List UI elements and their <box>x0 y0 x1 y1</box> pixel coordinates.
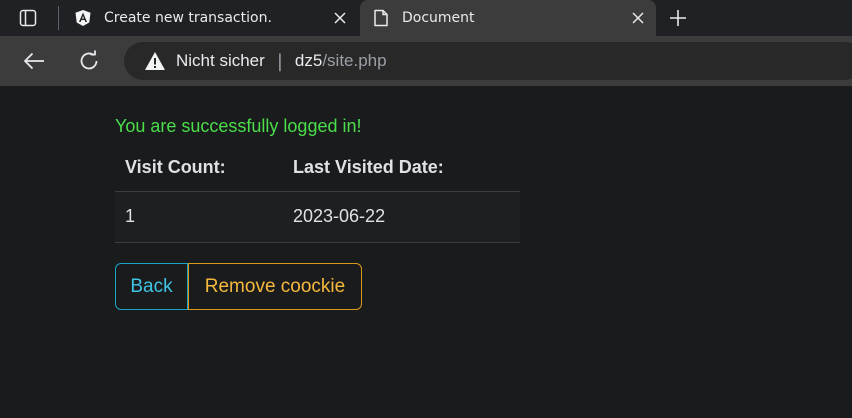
close-icon[interactable] <box>626 6 650 30</box>
reload-icon <box>80 50 98 70</box>
url-host: dz5 <box>294 51 323 70</box>
security-label[interactable]: Nicht sicher <box>176 51 265 71</box>
document-icon <box>372 9 390 27</box>
page-content: You are successfully logged in! Visit Co… <box>0 86 852 418</box>
remove-cookie-button[interactable]: Remove coockie <box>188 263 362 310</box>
warning-icon[interactable] <box>144 51 166 71</box>
tab-title: Document <box>402 10 475 26</box>
new-tab-button[interactable] <box>664 4 692 32</box>
last-visited-cell: 2023-06-22 <box>283 191 520 243</box>
tab-strip: Create new transaction. Document <box>0 0 852 36</box>
tab-create-transaction[interactable]: Create new transaction. <box>62 0 358 36</box>
back-nav-button[interactable] <box>18 45 50 77</box>
close-icon[interactable] <box>328 6 352 30</box>
table-row: 1 2023-06-22 <box>115 191 520 243</box>
angular-icon <box>74 9 92 27</box>
visit-count-cell: 1 <box>115 191 283 243</box>
arrow-left-icon <box>24 52 44 70</box>
browser-toolbar: Nicht sicher | dz5/site.php <box>0 36 852 86</box>
back-button[interactable]: Back <box>115 263 188 310</box>
table-header-row: Visit Count: Last Visited Date: <box>115 144 520 192</box>
plus-icon <box>670 10 686 26</box>
tab-title: Create new transaction. <box>104 10 272 26</box>
address-divider: | <box>276 50 283 72</box>
success-message: You are successfully logged in! <box>115 116 362 136</box>
tab-separator <box>58 6 59 30</box>
address-bar[interactable]: Nicht sicher | dz5/site.php <box>124 42 852 80</box>
last-visited-header: Last Visited Date: <box>283 144 520 192</box>
tab-actions-button[interactable] <box>10 6 46 30</box>
reload-button[interactable] <box>73 45 105 77</box>
tab-document[interactable]: Document <box>360 0 656 36</box>
tab-actions-icon <box>19 9 37 27</box>
visits-table: Visit Count: Last Visited Date: 1 2023-0… <box>115 144 520 243</box>
action-button-group: Back Remove coockie <box>115 263 362 310</box>
visit-count-header: Visit Count: <box>115 144 283 192</box>
url-path: /site.php <box>322 51 387 70</box>
